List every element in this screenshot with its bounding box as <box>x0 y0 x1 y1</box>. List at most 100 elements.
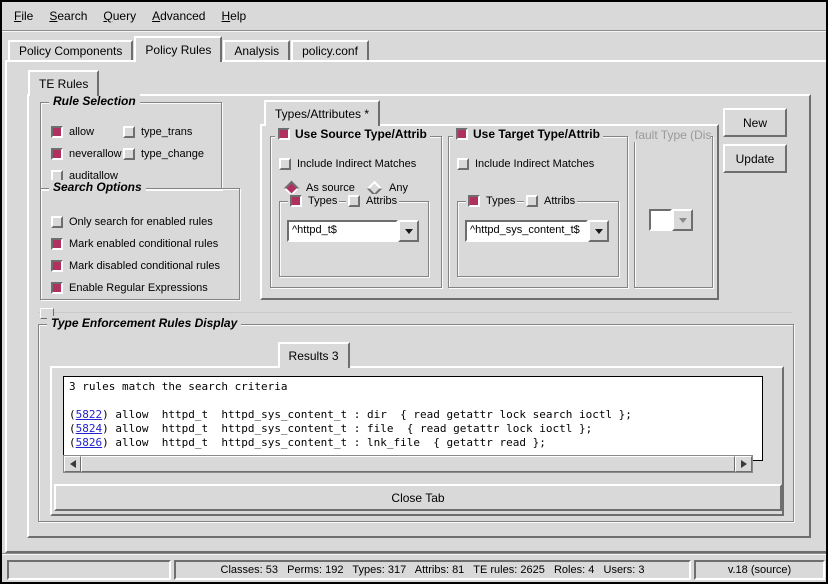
menu-query[interactable]: Query <box>95 6 144 26</box>
checkbox-indicator <box>51 238 63 250</box>
checkbox-indicator <box>51 126 63 138</box>
menubar: File Search Query Advanced Help <box>2 2 826 31</box>
source-type-group: Use Source Type/Attrib Include Indirect … <box>270 136 442 288</box>
rule-ref: 5824 <box>69 422 109 435</box>
results-hscrollbar[interactable] <box>63 455 753 473</box>
target-type-combobox[interactable]: ^httpd_sys_content_t$ <box>465 220 609 242</box>
radio-label: Any <box>389 182 408 194</box>
radio-as-source[interactable]: As source <box>283 181 355 195</box>
tab-types-attributes[interactable]: Types/Attributes * <box>264 100 380 126</box>
menu-search[interactable]: Search <box>41 6 95 26</box>
source-types-attribs-group: Types Attribs ^httpd_t$ <box>279 201 429 277</box>
target-type-group: Use Target Type/Attrib Include Indirect … <box>448 136 628 288</box>
source-type-combobox[interactable]: ^httpd_t$ <box>287 220 419 242</box>
checkbox-target-types[interactable]: Types <box>466 194 517 208</box>
checkbox-neverallow[interactable]: neverallow <box>51 147 122 161</box>
checkbox-mark-disabled-conditional[interactable]: Mark disabled conditional rules <box>51 259 220 273</box>
checkbox-source-types[interactable]: Types <box>288 194 339 208</box>
default-type-value <box>649 209 672 231</box>
checkbox-label: allow <box>69 126 94 138</box>
results-summary: 3 rules match the search criteria <box>69 380 757 394</box>
use-source-type-toggle[interactable]: Use Source Type/Attrib <box>275 127 430 141</box>
checkbox-indicator <box>123 126 135 138</box>
radio-any[interactable]: Any <box>366 181 408 195</box>
new-button[interactable]: New <box>723 108 787 137</box>
tab-policy-components[interactable]: Policy Components <box>8 40 133 60</box>
tab-analysis[interactable]: Analysis <box>223 40 290 60</box>
checkbox-indicator <box>290 195 302 207</box>
menu-file[interactable]: File <box>6 6 41 26</box>
checkbox-indicator <box>456 128 468 140</box>
tab-te-rules[interactable]: TE Rules <box>28 70 99 96</box>
checkbox-label: Types <box>308 195 337 207</box>
checkbox-label: neverallow <box>69 148 122 160</box>
target-type-value[interactable]: ^httpd_sys_content_t$ <box>465 220 588 242</box>
checkbox-enable-regex[interactable]: Enable Regular Expressions <box>51 281 208 295</box>
tab-policy-rules[interactable]: Policy Rules <box>134 36 222 62</box>
checkbox-type-trans[interactable]: type_trans <box>123 125 192 139</box>
statusbar-divider <box>2 553 826 554</box>
close-tab-button[interactable]: Close Tab <box>54 484 782 511</box>
search-options-group: Search Options Only search for enabled r… <box>40 188 240 300</box>
checkbox-indicator <box>278 128 290 140</box>
arrow-right-icon <box>741 460 747 468</box>
combo-dropdown-button[interactable] <box>398 220 419 242</box>
checkbox-source-attribs[interactable]: Attribs <box>346 194 399 208</box>
default-type-group: fault Type (Disa <box>634 136 713 288</box>
apol-window: File Search Query Advanced Help Policy C… <box>0 0 828 584</box>
scroll-right-button[interactable] <box>735 456 752 472</box>
checkbox-label: Include Indirect Matches <box>475 158 594 170</box>
checkbox-indicator <box>348 195 360 207</box>
tab-policy-conf[interactable]: policy.conf <box>291 40 369 60</box>
checkbox-indicator <box>468 195 480 207</box>
rule-link-3[interactable]: 5826 <box>76 436 103 449</box>
target-types-attribs-group: Types Attribs ^httpd_sys_content_t$ <box>457 201 619 277</box>
default-type-title: fault Type (Disa <box>633 128 711 142</box>
result-row: 5826 allow httpd_t httpd_sys_content_t :… <box>69 436 757 450</box>
tab-results-3[interactable]: Results 3 <box>278 342 350 368</box>
results-text-area[interactable]: 3 rules match the search criteria 5822 a… <box>63 376 763 461</box>
checkbox-label: Mark enabled conditional rules <box>69 238 218 250</box>
main-tab-bar: Policy Components Policy Rules Analysis … <box>8 36 370 62</box>
menu-help[interactable]: Help <box>213 6 254 26</box>
checkbox-label: Include Indirect Matches <box>297 158 416 170</box>
blank-line <box>69 394 757 408</box>
result-row: 5822 allow httpd_t httpd_sys_content_t :… <box>69 408 757 422</box>
te-rules-display-title: Type Enforcement Rules Display <box>47 316 241 330</box>
checkbox-allow[interactable]: allow <box>51 125 94 139</box>
checkbox-target-indirect[interactable]: Include Indirect Matches <box>457 157 594 171</box>
rule-text: allow httpd_t httpd_sys_content_t : lnk_… <box>109 436 546 449</box>
scroll-left-button[interactable] <box>64 456 81 472</box>
checkbox-indicator <box>51 216 63 228</box>
pane-divider <box>38 312 792 313</box>
chevron-down-icon <box>679 218 687 223</box>
checkbox-label: type_trans <box>141 126 192 138</box>
chevron-down-icon <box>405 229 413 234</box>
update-button[interactable]: Update <box>723 144 787 173</box>
menu-advanced[interactable]: Advanced <box>144 6 213 26</box>
checkbox-only-enabled-rules[interactable]: Only search for enabled rules <box>51 215 213 229</box>
rule-link-1[interactable]: 5822 <box>76 408 103 421</box>
combo-dropdown-button[interactable] <box>588 220 609 242</box>
search-options-title: Search Options <box>49 180 146 194</box>
checkbox-source-indirect[interactable]: Include Indirect Matches <box>279 157 416 171</box>
rule-selection-group: Rule Selection allow type_trans neverall… <box>40 102 222 190</box>
rule-ref: 5822 <box>69 408 109 421</box>
checkbox-indicator <box>51 260 63 272</box>
status-left-panel <box>7 560 171 580</box>
checkbox-mark-enabled-conditional[interactable]: Mark enabled conditional rules <box>51 237 218 251</box>
checkbox-indicator <box>279 158 291 170</box>
checkbox-indicator <box>526 195 538 207</box>
rule-link-2[interactable]: 5824 <box>76 422 103 435</box>
checkbox-indicator <box>51 282 63 294</box>
checkbox-label: Only search for enabled rules <box>69 216 213 228</box>
source-type-value[interactable]: ^httpd_t$ <box>287 220 398 242</box>
status-version: v.18 (source) <box>694 560 825 580</box>
scroll-thumb[interactable] <box>81 456 735 472</box>
arrow-left-icon <box>70 460 76 468</box>
checkbox-target-attribs[interactable]: Attribs <box>524 194 577 208</box>
checkbox-label: Enable Regular Expressions <box>69 282 208 294</box>
use-target-type-toggle[interactable]: Use Target Type/Attrib <box>453 127 603 141</box>
rule-text: allow httpd_t httpd_sys_content_t : dir … <box>109 408 632 421</box>
checkbox-type-change[interactable]: type_change <box>123 147 204 161</box>
